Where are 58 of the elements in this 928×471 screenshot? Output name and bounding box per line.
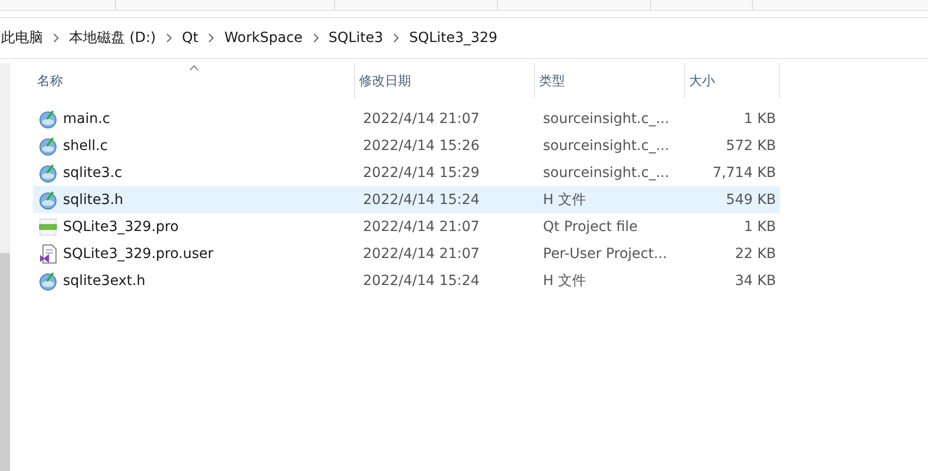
- file-row[interactable]: sqlite3.h 2022/4/14 15:24 H 文件 549 KB: [33, 186, 780, 213]
- file-name: SQLite3_329.pro.user: [63, 246, 214, 262]
- globe-file-icon: [38, 162, 58, 182]
- file-name: sqlite3.h: [63, 192, 124, 208]
- chevron-icon: [393, 33, 400, 43]
- file-type: H 文件: [542, 272, 587, 290]
- modified-date: 2022/4/14 21:07: [362, 246, 481, 262]
- globe-file-icon: [38, 136, 58, 156]
- address-bar[interactable]: 此电脑 本地磁盘 (D:) Qt WorkSpace SQLite3 SQLite3_329: [0, 17, 928, 59]
- breadcrumb-item[interactable]: WorkSpace: [224, 30, 303, 46]
- file-type: Per-User Project...: [542, 246, 668, 262]
- modified-date: 2022/4/14 15:29: [362, 164, 481, 180]
- file-size: 7,714 KB: [712, 164, 777, 180]
- column-header[interactable]: 名称: [33, 63, 355, 99]
- file-row[interactable]: sqlite3.c 2022/4/14 15:29 sourceinsight.c_... 7,714 KB: [33, 159, 780, 186]
- globe-file-icon: [38, 190, 58, 210]
- file-name: SQLite3_329.pro: [63, 218, 179, 234]
- chevron-icon: [208, 33, 214, 43]
- file-type: H 文件: [542, 190, 587, 208]
- file-size: 22 KB: [734, 246, 777, 262]
- modified-date: 2022/4/14 21:07: [362, 110, 481, 126]
- modified-date: 2022/4/14 15:24: [362, 272, 481, 288]
- file-name: main.c: [63, 110, 110, 126]
- file-size: 572 KB: [725, 138, 777, 154]
- column-header[interactable]: 修改日期: [355, 63, 535, 99]
- modified-date: 2022/4/14 15:24: [362, 192, 481, 208]
- file-type: sourceinsight.c_...: [542, 164, 670, 180]
- file-row[interactable]: SQLite3_329.pro.user 2022/4/14 21:07 Per-User Project... 22 KB: [33, 240, 780, 267]
- breadcrumb-item[interactable]: Qt: [182, 30, 198, 46]
- file-type: Qt Project file: [542, 218, 639, 234]
- file-size: 1 KB: [742, 110, 777, 126]
- file-type: sourceinsight.c_...: [542, 138, 670, 154]
- column-header[interactable]: 类型: [535, 63, 685, 99]
- chevron-icon: [312, 33, 319, 43]
- file-row[interactable]: shell.c 2022/4/14 15:26 sourceinsight.c_... 572 KB: [33, 132, 780, 159]
- chevron-icon: [53, 33, 59, 43]
- globe-file-icon: [38, 270, 58, 290]
- modified-date: 2022/4/14 21:07: [362, 218, 481, 234]
- breadcrumb-item[interactable]: 此电脑: [1, 29, 43, 47]
- modified-date: 2022/4/14 15:26: [362, 138, 481, 154]
- breadcrumb-item[interactable]: SQLite3: [328, 30, 384, 46]
- globe-file-icon: [38, 108, 58, 128]
- column-header[interactable]: 大小: [685, 63, 780, 99]
- file-name: sqlite3ext.h: [63, 272, 146, 288]
- user-file-icon: [38, 244, 58, 264]
- project-file-icon: [38, 216, 58, 236]
- chevron-icon: [166, 33, 172, 43]
- file-size: 1 KB: [742, 218, 777, 234]
- file-size: 549 KB: [725, 192, 777, 208]
- breadcrumb-item[interactable]: 本地磁盘 (D:): [69, 29, 156, 47]
- file-row[interactable]: sqlite3ext.h 2022/4/14 15:24 H 文件 34 KB: [33, 267, 780, 294]
- file-row[interactable]: SQLite3_329.pro 2022/4/14 21:07 Qt Project file 1 KB: [33, 213, 780, 240]
- file-type: sourceinsight.c_...: [542, 110, 670, 126]
- file-row[interactable]: main.c 2022/4/14 21:07 sourceinsight.c_... 1 KB: [33, 105, 780, 132]
- file-name: sqlite3.c: [63, 164, 122, 180]
- breadcrumb-item[interactable]: SQLite3_329: [409, 30, 498, 46]
- file-size: 34 KB: [734, 272, 777, 288]
- file-name: shell.c: [63, 138, 108, 154]
